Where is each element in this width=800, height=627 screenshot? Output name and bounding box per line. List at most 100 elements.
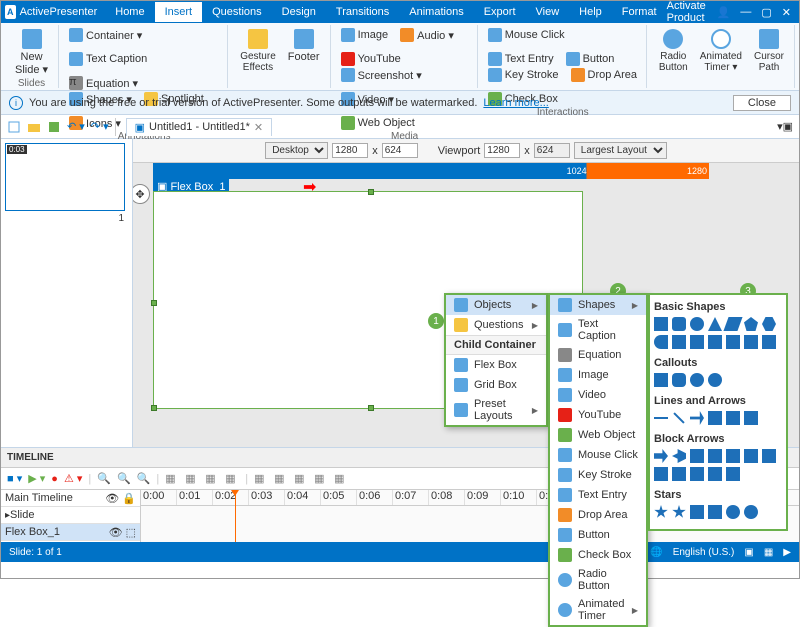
mi-web[interactable]: Web Object xyxy=(550,425,646,445)
mi-shapes[interactable]: Shapes▶ xyxy=(550,295,646,315)
mouseclick-button[interactable]: Mouse Click xyxy=(486,27,567,43)
tab-help[interactable]: Help xyxy=(569,2,612,22)
mi-mouse[interactable]: Mouse Click xyxy=(550,445,646,465)
info-close-button[interactable]: Close xyxy=(733,95,791,111)
track-slide[interactable]: ▸ Slide xyxy=(1,507,140,524)
mi-button[interactable]: Button xyxy=(550,525,646,545)
app-name: ActivePresenter xyxy=(20,6,98,18)
callout-1: 1 xyxy=(428,313,444,329)
mi-youtube[interactable]: YouTube xyxy=(550,405,646,425)
mi-flexbox[interactable]: Flex Box xyxy=(446,355,546,375)
new-slide-button[interactable]: New Slide ▾ xyxy=(11,27,52,78)
gesture-button[interactable]: Gesture Effects xyxy=(236,27,280,86)
droparea-button[interactable]: Drop Area xyxy=(569,67,640,83)
panel-toggle-icon[interactable]: ▾▣ xyxy=(777,120,793,133)
zoomfit-icon[interactable]: 🔍 xyxy=(137,472,151,485)
breakpoint-ruler[interactable]: 1024 1280 xyxy=(153,163,709,179)
webobject-button[interactable]: Web Object xyxy=(339,115,417,131)
tab-design[interactable]: Design xyxy=(272,2,326,22)
mi-image[interactable]: Image xyxy=(550,365,646,385)
open-icon[interactable] xyxy=(27,120,41,134)
mi-key[interactable]: Key Stroke xyxy=(550,465,646,485)
mi-questions[interactable]: Questions▶ xyxy=(446,315,546,335)
group-media: Image Audio ▾ YouTube Screenshot ▾ Video… xyxy=(333,25,478,88)
move-handle-icon[interactable]: ✥ xyxy=(133,184,150,204)
mi-gridbox[interactable]: Grid Box xyxy=(446,375,546,395)
track-flexbox[interactable]: Flex Box_1👁 ⬚ xyxy=(1,524,140,541)
cursor-button[interactable]: Cursor Path xyxy=(750,27,788,86)
radio-button[interactable]: Radio Button xyxy=(655,27,692,86)
app-logo: A xyxy=(5,5,16,19)
mi-video[interactable]: Video xyxy=(550,385,646,405)
container-button[interactable]: Container ▾ xyxy=(67,27,144,43)
document-tab[interactable]: ▣ Untitled1 - Untitled1* ✕ xyxy=(126,118,273,136)
stop-icon[interactable]: ■ ▾ xyxy=(7,472,22,485)
tab-transitions[interactable]: Transitions xyxy=(326,2,399,22)
equation-button[interactable]: πEquation ▾ xyxy=(67,75,140,91)
tab-view[interactable]: View xyxy=(526,2,570,22)
vp-height-input[interactable] xyxy=(534,143,570,158)
keystroke-button[interactable]: Key Stroke xyxy=(486,67,561,83)
window-max-icon[interactable]: ▢ xyxy=(761,6,771,19)
zoomout-icon[interactable]: 🔍 xyxy=(97,472,111,485)
slide-thumbnail[interactable]: 0:03 1 xyxy=(5,143,125,211)
doc-close-icon[interactable]: ✕ xyxy=(254,121,263,134)
view-slides-icon[interactable]: ▦ xyxy=(764,547,773,558)
timer-button[interactable]: Animated Timer ▾ xyxy=(696,27,746,86)
record-icon[interactable]: ● xyxy=(51,473,58,485)
mi-equation[interactable]: Equation xyxy=(550,345,646,365)
height-input[interactable] xyxy=(382,143,418,158)
add-menu: Objects▶ Questions▶ Child Container Flex… xyxy=(444,293,548,427)
activate-link[interactable]: Activate Product xyxy=(667,0,707,24)
save-icon[interactable] xyxy=(47,120,61,134)
learn-more-link[interactable]: Learn more... xyxy=(483,97,548,109)
textentry-button[interactable]: Text Entry xyxy=(486,51,556,67)
window-close-icon[interactable]: ✕ xyxy=(782,6,791,19)
zoomin-icon[interactable]: 🔍 xyxy=(117,472,131,485)
tab-export[interactable]: Export xyxy=(474,2,526,22)
main-tabs: Home Insert Questions Design Transitions… xyxy=(105,2,666,22)
playhead[interactable] xyxy=(235,490,236,542)
objects-submenu: Shapes▶ Text Caption Equation Image Vide… xyxy=(548,293,648,627)
image-button[interactable]: Image xyxy=(339,27,391,43)
doc-icon: ▣ xyxy=(135,121,145,134)
window-min-icon[interactable]: — xyxy=(740,6,751,18)
vp-width-input[interactable] xyxy=(484,143,520,158)
window-user-icon[interactable]: 👤 xyxy=(717,6,731,19)
lang-icon[interactable]: 🌐 xyxy=(650,547,662,558)
new-icon[interactable] xyxy=(7,120,21,134)
tab-insert[interactable]: Insert xyxy=(155,2,203,22)
mi-timer[interactable]: Animated Timer▶ xyxy=(550,595,646,625)
tab-home[interactable]: Home xyxy=(105,2,154,22)
shape-item[interactable] xyxy=(654,317,668,331)
mi-caption[interactable]: Text Caption xyxy=(550,315,646,345)
warn-icon[interactable]: ⚠ ▾ xyxy=(64,472,82,485)
tab-questions[interactable]: Questions xyxy=(202,2,272,22)
redo-icon[interactable]: ↷ ▾ xyxy=(91,120,109,133)
youtube-button[interactable]: YouTube xyxy=(339,51,403,67)
mi-objects[interactable]: Objects▶ xyxy=(446,295,546,315)
device-select[interactable]: Desktop xyxy=(265,142,328,159)
view-normal-icon[interactable]: ▣ xyxy=(744,547,753,558)
width-input[interactable] xyxy=(332,143,368,158)
play-icon[interactable]: ▶ ▾ xyxy=(28,472,45,485)
tab-format[interactable]: Format xyxy=(612,2,667,22)
title-bar: A ActivePresenter Home Insert Questions … xyxy=(1,1,799,23)
text-caption-button[interactable]: Text Caption xyxy=(67,51,149,67)
audio-button[interactable]: Audio ▾ xyxy=(398,27,456,43)
mi-drop[interactable]: Drop Area xyxy=(550,505,646,525)
timeline-tracks: Main Timeline👁 🔒 ▸ Slide Flex Box_1👁 ⬚ xyxy=(1,490,141,542)
group-slides: New Slide ▾ Slides xyxy=(5,25,59,88)
status-bar: Slide: 1 of 1 🌐 English (U.S.) ▣ ▦ ▶ xyxy=(1,542,799,562)
mi-preset[interactable]: Preset Layouts▶ xyxy=(446,395,546,425)
mi-check[interactable]: Check Box xyxy=(550,545,646,565)
undo-icon[interactable]: ↶ ▾ xyxy=(67,120,85,133)
screenshot-button[interactable]: Screenshot ▾ xyxy=(339,67,424,83)
footer-button[interactable]: Footer xyxy=(284,27,324,86)
view-play-icon[interactable]: ▶ xyxy=(783,547,791,558)
button-button[interactable]: Button xyxy=(564,51,617,67)
layout-select[interactable]: Largest Layout xyxy=(574,142,667,159)
tab-animations[interactable]: Animations xyxy=(399,2,473,22)
mi-radio[interactable]: Radio Button xyxy=(550,565,646,595)
mi-entry[interactable]: Text Entry xyxy=(550,485,646,505)
